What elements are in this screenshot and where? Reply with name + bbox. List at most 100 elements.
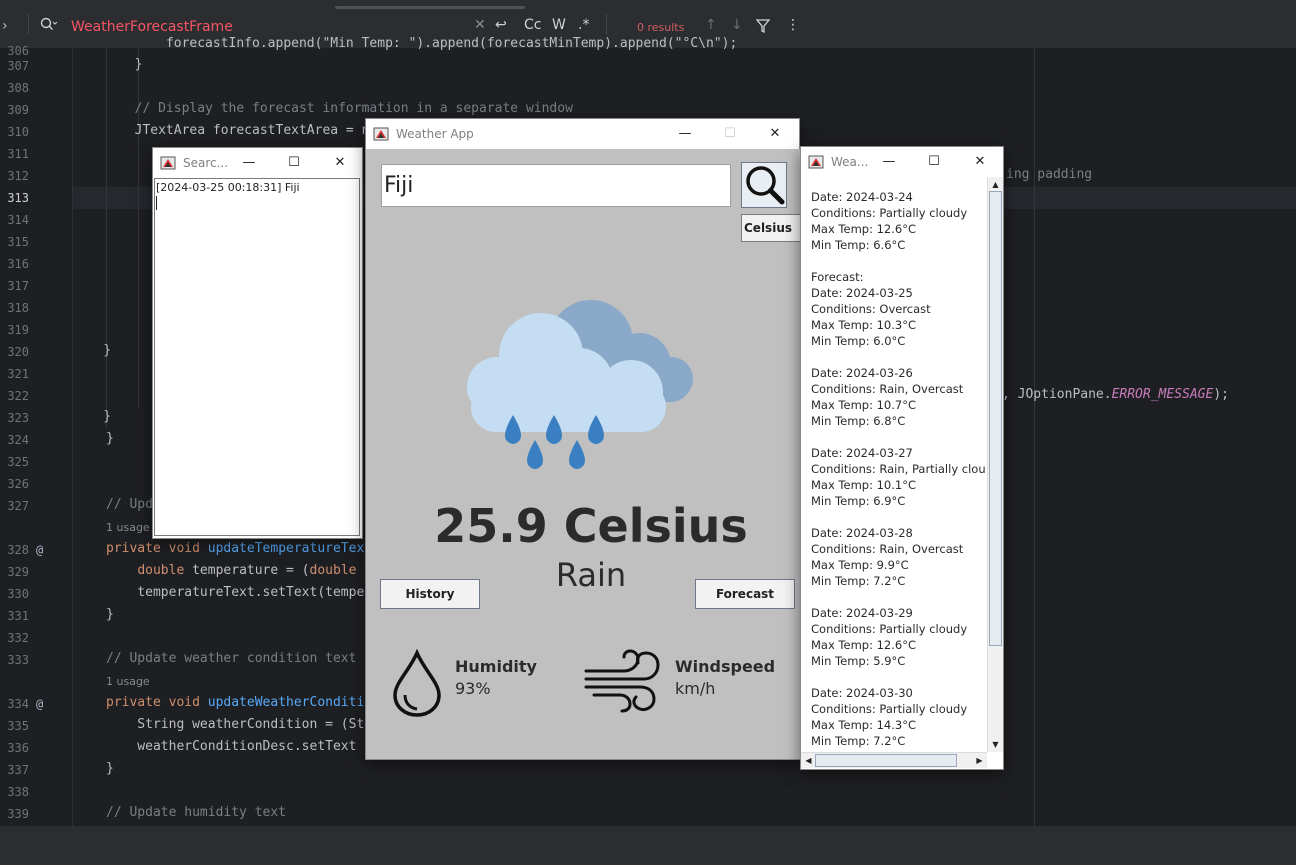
match-case-toggle[interactable]: Cc <box>524 17 541 33</box>
line-number: 336 <box>7 741 29 755</box>
line-number: 321 <box>7 367 29 381</box>
scroll-up-arrow-icon[interactable]: ▲ <box>989 178 1002 191</box>
history-text-area[interactable]: [2024-03-25 00:18:31] Fiji <box>154 178 360 536</box>
close-icon[interactable]: ✕ <box>330 153 350 173</box>
maximize-icon[interactable]: ☐ <box>924 152 944 172</box>
code-line: } <box>72 409 112 424</box>
code-line: forecastInfo.append("Min Temp: ").append… <box>72 36 738 51</box>
magnifier-icon <box>746 166 785 205</box>
forecast-scroll-pane[interactable]: Date: 2024-03-24 Conditions: Partially cl… <box>801 177 1003 769</box>
override-marker-icon[interactable]: @ <box>36 543 43 557</box>
forecast-line: Min Temp: 6.6°C <box>811 238 906 252</box>
previous-occurrence-icon[interactable]: ↑ <box>705 17 717 33</box>
forecast-line: Min Temp: 5.9°C <box>811 654 906 668</box>
search-button[interactable] <box>741 162 787 208</box>
clear-icon[interactable]: ✕ <box>474 17 486 33</box>
window-title: Searc... <box>183 156 229 170</box>
line-number: 322 <box>7 389 29 403</box>
unit-toggle-button[interactable]: Celsius <box>741 214 805 242</box>
forecast-line: Max Temp: 10.1°C <box>811 478 916 492</box>
line-number: 316 <box>7 257 29 271</box>
code-text: ); <box>1213 387 1229 402</box>
window-title: Weather App <box>396 127 474 141</box>
line-number: 312 <box>7 169 29 183</box>
forecast-line: Conditions: Partially cloudy <box>811 702 968 716</box>
line-number: 306 <box>7 44 29 58</box>
code-line: temperatureText.setText(tempe <box>106 585 365 600</box>
code-line: } <box>106 431 114 446</box>
maximize-icon[interactable]: ☐ <box>284 153 304 173</box>
code-method: updateTemperatureTex <box>207 541 365 556</box>
next-occurrence-icon[interactable]: ↓ <box>731 17 743 33</box>
forecast-line: Min Temp: 6.0°C <box>811 334 906 348</box>
line-number: 337 <box>7 763 29 777</box>
forecast-line: Date: 2024-03-25 <box>811 286 913 300</box>
forecast-line: Max Temp: 10.7°C <box>811 398 916 412</box>
maximize-icon: ☐ <box>724 126 736 141</box>
code-method: updateWeatherConditi <box>207 695 365 710</box>
minimize-icon[interactable]: — <box>675 124 695 144</box>
forecast-text-area[interactable]: Date: 2024-03-24 Conditions: Partially cl… <box>811 189 986 755</box>
horizontal-scrollbar[interactable]: ◀ ▶ <box>801 752 987 768</box>
line-number: 313 <box>7 191 29 205</box>
filter-icon[interactable] <box>756 19 770 33</box>
line-number: 318 <box>7 301 29 315</box>
code-keyword: private void <box>106 695 208 710</box>
forecast-button[interactable]: Forecast <box>695 579 795 609</box>
forecast-line: Min Temp: 7.2°C <box>811 574 906 588</box>
line-number: 308 <box>7 81 29 95</box>
java-app-icon <box>808 155 824 169</box>
forecast-line: Date: 2024-03-27 <box>811 446 913 460</box>
weather-app-titlebar[interactable]: Weather App — ☐ ✕ <box>366 119 799 149</box>
new-line-icon[interactable]: ↩ <box>495 17 507 33</box>
whole-words-toggle[interactable]: W <box>552 17 566 33</box>
line-number: 330 <box>7 587 29 601</box>
line-number: 329 <box>7 565 29 579</box>
vertical-scroll-thumb[interactable] <box>989 191 1002 646</box>
forecast-line: Date: 2024-03-24 <box>811 190 913 204</box>
forecast-line: Max Temp: 12.6°C <box>811 638 916 652</box>
forecast-line: Conditions: Partially cloudy <box>811 622 968 636</box>
minimize-icon[interactable]: — <box>879 152 899 172</box>
line-number: 339 <box>7 807 29 821</box>
code-keyword: double <box>309 563 357 578</box>
scroll-left-arrow-icon[interactable]: ◀ <box>802 754 815 767</box>
history-button[interactable]: History <box>380 579 480 609</box>
forecast-line: Max Temp: 9.9°C <box>811 558 909 572</box>
usage-hint[interactable]: 1 usage <box>106 521 150 534</box>
chevron-right-icon[interactable]: › <box>2 18 8 34</box>
close-icon[interactable]: ✕ <box>765 124 785 144</box>
windspeed-label: Windspeed <box>675 657 776 676</box>
scroll-down-arrow-icon[interactable]: ▼ <box>989 738 1002 751</box>
line-number: 307 <box>7 59 29 73</box>
find-query-input[interactable]: WeatherForecastFrame <box>71 19 233 35</box>
line-number: 326 <box>7 477 29 491</box>
line-number: 332 <box>7 631 29 645</box>
weather-app-content: Fiji Celsius 25.9 Celsius Rain History F… <box>366 149 805 759</box>
vertical-scrollbar[interactable]: ▲ ▼ <box>987 177 1003 752</box>
usage-hint[interactable]: 1 usage <box>106 675 150 688</box>
override-marker-icon[interactable]: @ <box>36 697 43 711</box>
search-icon[interactable] <box>40 17 58 31</box>
regex-toggle[interactable]: .* <box>578 17 589 33</box>
line-number: 315 <box>7 235 29 249</box>
scroll-right-arrow-icon[interactable]: ▶ <box>973 754 986 767</box>
close-icon[interactable]: ✕ <box>970 152 990 172</box>
horizontal-scroll-thumb[interactable] <box>815 754 957 767</box>
minimize-icon[interactable]: — <box>239 153 259 173</box>
code-line: double temperature = (double <box>106 563 356 578</box>
right-margin-guide <box>1034 48 1035 826</box>
location-search-input[interactable]: Fiji <box>381 164 731 207</box>
code-text: , JOptionPane. <box>1002 387 1112 402</box>
more-options-icon[interactable]: ⋮ <box>786 17 800 33</box>
code-comment: ing padding <box>1006 167 1093 182</box>
forecast-line: Conditions: Rain, Overcast <box>811 382 964 396</box>
history-titlebar[interactable]: Searc... — ☐ ✕ <box>153 148 362 178</box>
forecast-titlebar[interactable]: Wea... — ☐ ✕ <box>801 147 1003 177</box>
horizontal-scroll-indicator[interactable] <box>335 6 525 9</box>
